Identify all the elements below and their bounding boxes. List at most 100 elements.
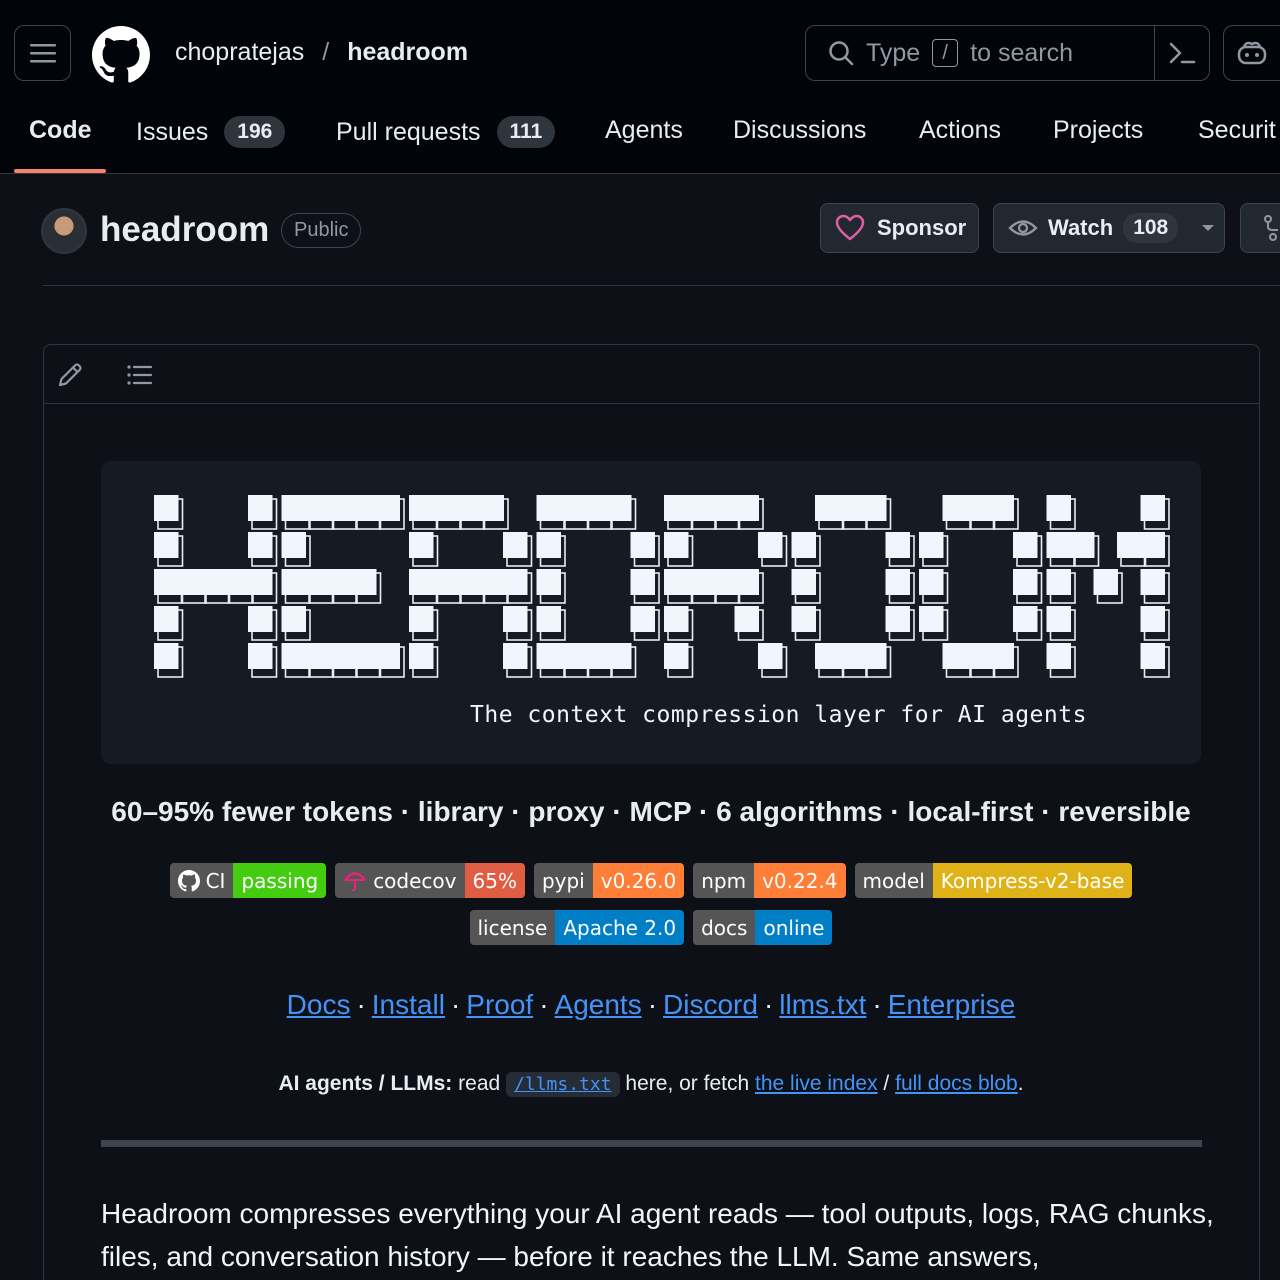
- fork-button[interactable]: [1240, 203, 1280, 253]
- banner-block: [248, 532, 273, 558]
- banner-block: [409, 495, 434, 521]
- banner-block: [154, 495, 179, 521]
- banner-block: [503, 606, 528, 632]
- banner-block: [409, 569, 434, 595]
- banner-block: [352, 643, 377, 669]
- link-proof[interactable]: Proof: [466, 989, 533, 1020]
- eye-icon: [1008, 220, 1038, 236]
- agents-note-slash: /: [883, 1072, 890, 1095]
- badge-left: codecov: [335, 863, 465, 898]
- search-suffix: to search: [970, 38, 1074, 67]
- banner-block: [281, 643, 306, 669]
- banner-block: [630, 532, 655, 558]
- banner-block: [305, 643, 330, 669]
- banner-block: [409, 532, 434, 558]
- breadcrumb-repo[interactable]: headroom: [347, 38, 468, 67]
- link-enterprise[interactable]: Enterprise: [888, 989, 1016, 1020]
- banner-block: [248, 606, 273, 632]
- banner-block: [154, 532, 179, 558]
- menu-button[interactable]: [14, 25, 71, 81]
- link-llms-txt[interactable]: llms.txt: [779, 989, 866, 1020]
- banner-block: [885, 532, 910, 558]
- tab-label: Projects: [1053, 116, 1144, 144]
- banner-block: [375, 495, 400, 521]
- badge-value: v0.22.4: [754, 863, 846, 898]
- banner-block: [758, 643, 783, 669]
- hamburger-icon: [29, 44, 56, 63]
- banner-block: [281, 606, 306, 632]
- banner-block: [885, 569, 910, 595]
- license-badge[interactable]: license Apache 2.0: [469, 910, 685, 945]
- banner-block: [305, 495, 330, 521]
- docs-badge[interactable]: docs online: [693, 910, 833, 945]
- badge-left: CI: [169, 863, 234, 898]
- readme-toolbar: [44, 345, 1259, 404]
- banner-block: [942, 643, 967, 669]
- banner-block: [177, 569, 202, 595]
- command-palette-button[interactable]: [1154, 25, 1210, 81]
- link-install[interactable]: Install: [372, 989, 445, 1020]
- banner-block: [248, 495, 273, 521]
- tab-projects[interactable]: Projects: [1053, 116, 1143, 145]
- tab-issues[interactable]: Issues 196: [136, 116, 286, 148]
- sponsor-label: Sponsor: [877, 215, 967, 240]
- banner-block: [687, 569, 712, 595]
- tab-discussions[interactable]: Discussions: [733, 116, 866, 145]
- link-separator: ·: [647, 989, 658, 1020]
- breadcrumb-owner[interactable]: chopratejas: [175, 38, 304, 67]
- banner-block: [630, 606, 655, 632]
- link-agents[interactable]: Agents: [555, 989, 642, 1020]
- watch-button[interactable]: Watch 108: [993, 203, 1225, 253]
- banner-block: [734, 495, 759, 521]
- banner-block: [966, 495, 991, 521]
- badge-label: CI: [205, 868, 226, 893]
- repo-title[interactable]: headroom: [100, 210, 269, 250]
- banner-block: [536, 495, 561, 521]
- banner-block: [734, 569, 759, 595]
- copilot-button[interactable]: [1223, 25, 1280, 81]
- banner-block: [607, 643, 632, 669]
- tab-actions[interactable]: Actions: [919, 116, 1001, 145]
- pypi-badge[interactable]: pypi v0.26.0: [533, 863, 685, 898]
- banner-block: [328, 569, 353, 595]
- badge-label: docs: [693, 910, 756, 945]
- codecov-badge[interactable]: codecov 65%: [335, 863, 525, 898]
- badge-value: v0.26.0: [592, 863, 685, 898]
- github-logo-icon[interactable]: [92, 26, 150, 84]
- banner-block: [352, 495, 377, 521]
- banner-block: [583, 643, 608, 669]
- avatar[interactable]: [41, 208, 87, 254]
- badge-value: 65%: [464, 863, 525, 898]
- badge-row: license Apache 2.0 docs online: [0, 910, 1280, 945]
- sponsor-button[interactable]: Sponsor: [820, 203, 979, 253]
- full-docs-blob-link[interactable]: full docs blob: [895, 1072, 1018, 1095]
- banner-block: [281, 495, 306, 521]
- llms-txt-code-link[interactable]: /llms.txt: [506, 1072, 620, 1097]
- banner-block: [536, 569, 561, 595]
- link-docs[interactable]: Docs: [287, 989, 351, 1020]
- npm-badge[interactable]: npm v0.22.4: [693, 863, 846, 898]
- banner-block: [791, 569, 816, 595]
- banner-block: [305, 569, 330, 595]
- tab-security[interactable]: Securit: [1198, 116, 1276, 145]
- banner-block: [885, 606, 910, 632]
- live-index-link[interactable]: the live index: [755, 1072, 878, 1095]
- tab-code[interactable]: Code: [29, 116, 92, 145]
- ci-badge[interactable]: CI passing: [169, 863, 327, 898]
- model-badge[interactable]: model Kompress-v2-base: [854, 863, 1133, 898]
- banner-block: [711, 569, 736, 595]
- repo-nav: Code Issues 196 Pull requests 111 Agents…: [0, 108, 1280, 174]
- banner-block: [503, 643, 528, 669]
- outline-list-icon[interactable]: [125, 361, 153, 389]
- tab-pull-requests[interactable]: Pull requests 111: [336, 116, 556, 148]
- badge-label: model: [854, 863, 933, 898]
- link-discord[interactable]: Discord: [663, 989, 758, 1020]
- badge-value: Kompress-v2-base: [932, 863, 1133, 898]
- search-input[interactable]: Type / to search: [805, 25, 1155, 81]
- banner-block: [432, 495, 457, 521]
- tab-label: Pull requests: [336, 117, 481, 146]
- pencil-icon[interactable]: [56, 361, 84, 389]
- readme-headline: 60–95% fewer tokens · library · proxy · …: [111, 796, 1191, 827]
- tab-agents[interactable]: Agents: [605, 116, 683, 145]
- banner-block: [664, 495, 689, 521]
